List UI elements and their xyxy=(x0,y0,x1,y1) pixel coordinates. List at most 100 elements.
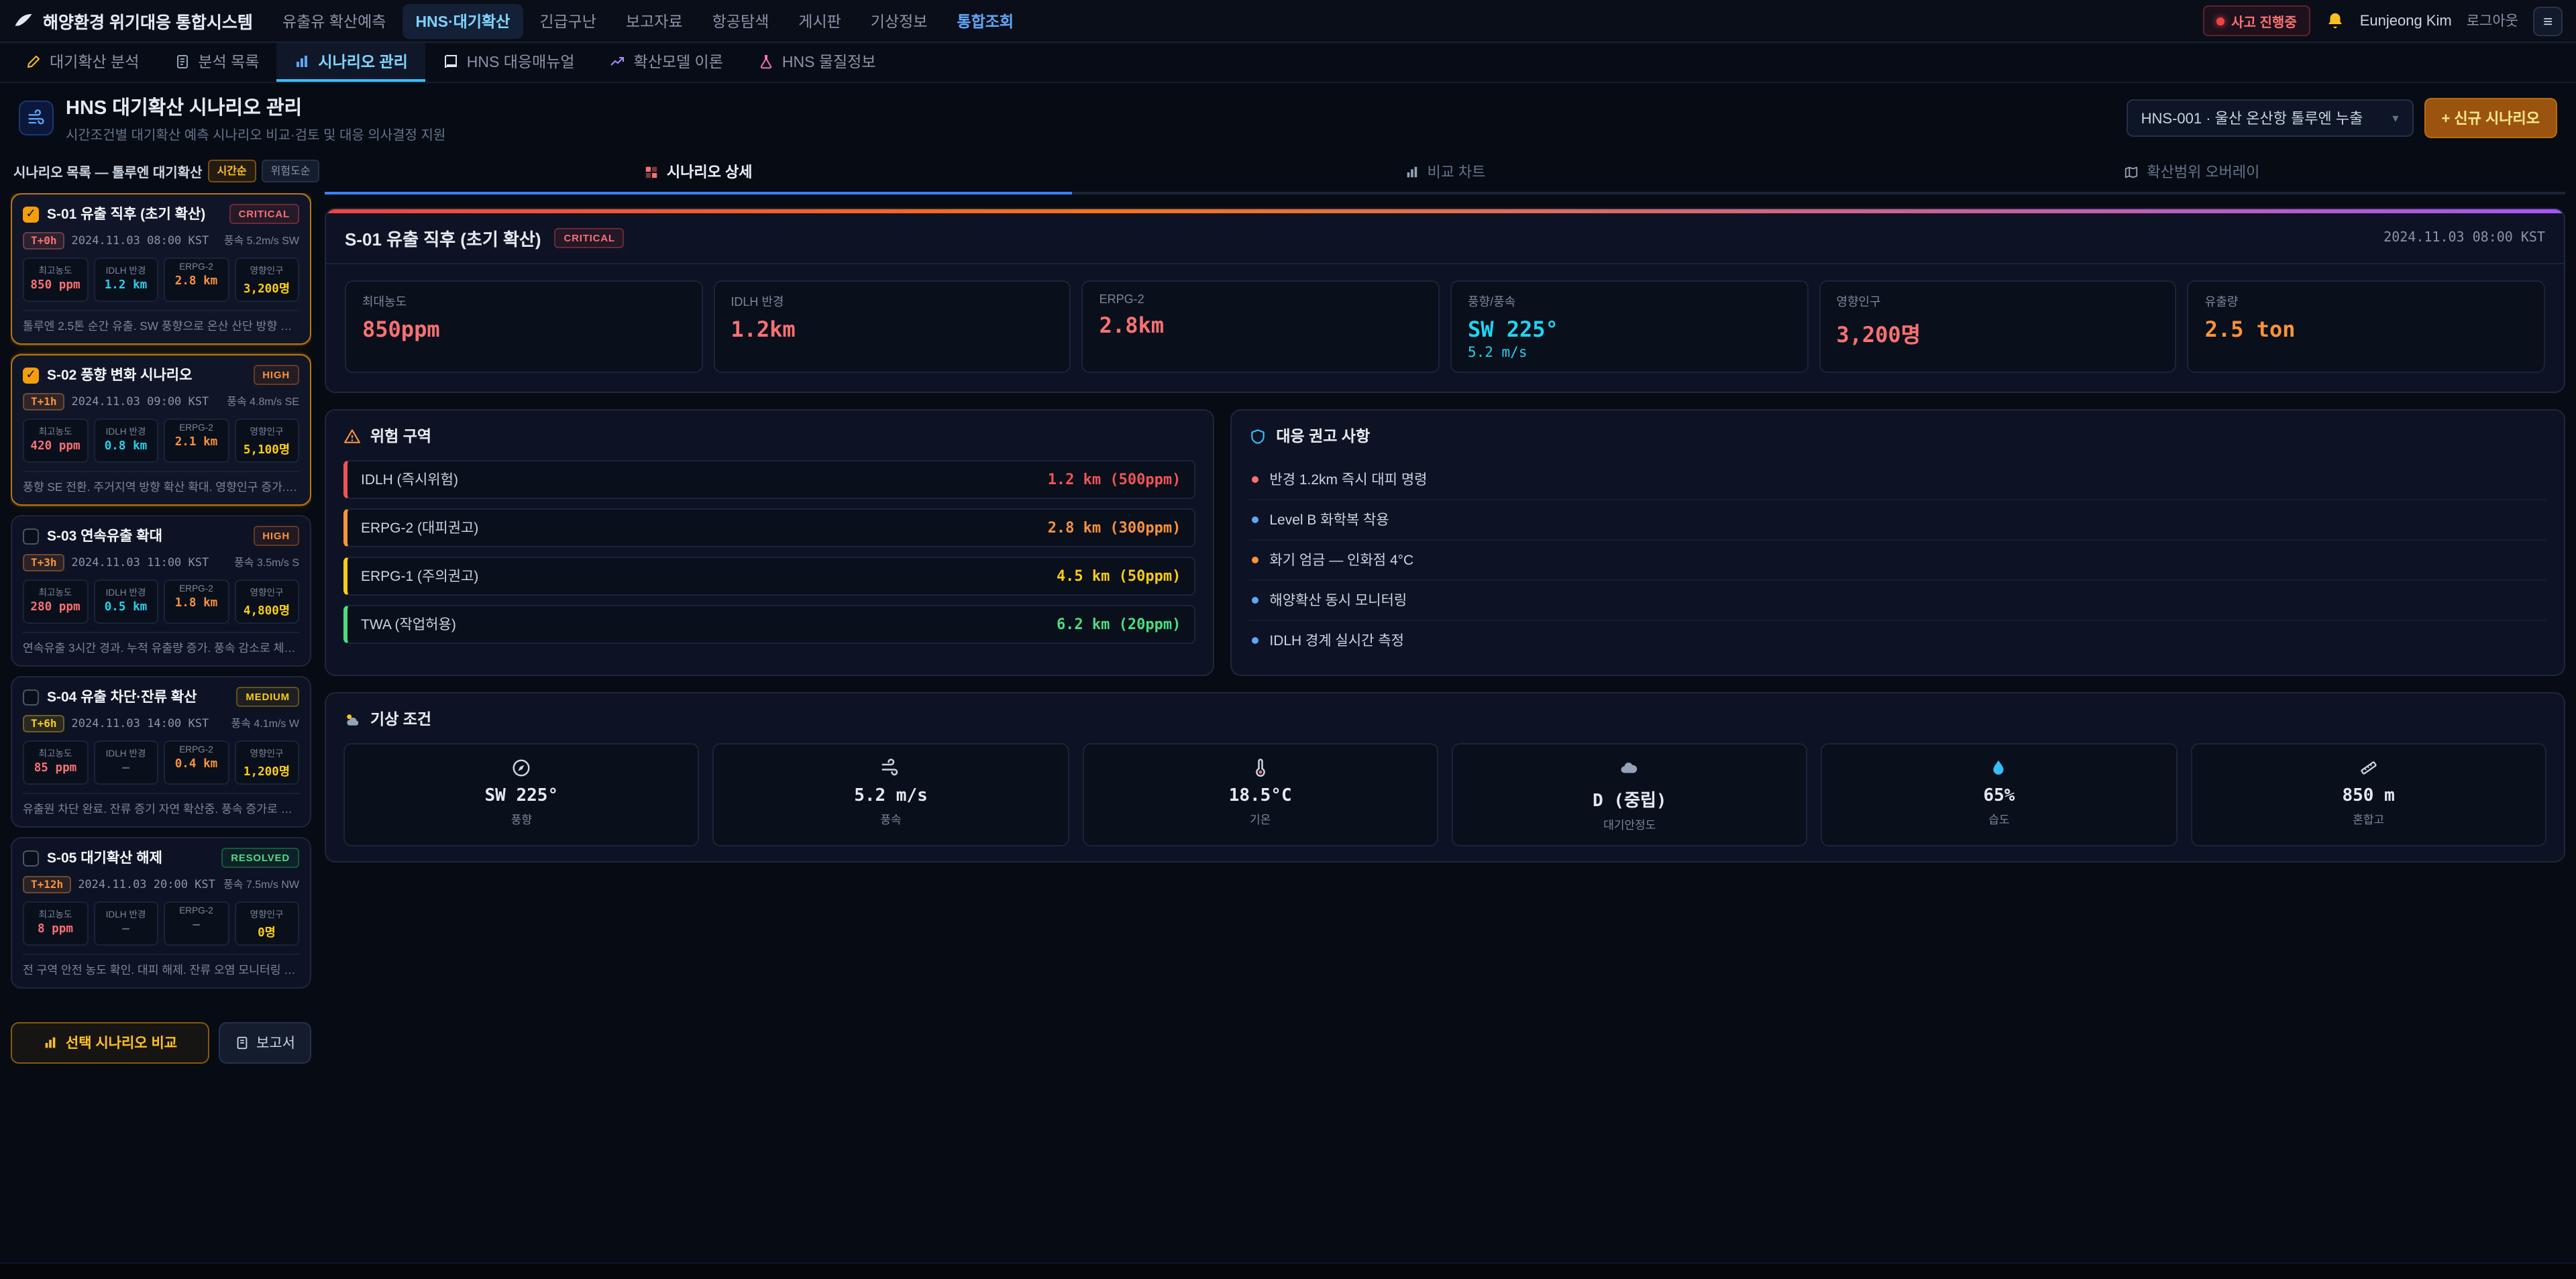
weather-label: 습도 xyxy=(1988,812,2009,828)
detail-stat: 최대농도850ppm xyxy=(345,280,702,373)
scenario-stat: 최고농도850 ppm xyxy=(23,258,88,302)
nav-item-aerial-search[interactable]: 항공탐색 xyxy=(699,3,783,38)
scenario-stat-value: 0명 xyxy=(238,923,295,940)
nav-item-spill-prediction[interactable]: 유출유 확산예측 xyxy=(269,3,400,38)
detail-stat-subvalue: 5.2 m/s xyxy=(1468,345,1790,361)
detail-stat-label: 영향인구 xyxy=(1836,292,2159,310)
scenario-stat: 영향인구4,800명 xyxy=(234,579,299,624)
nav-item-integrated-search[interactable]: 통합조회 xyxy=(943,3,1027,38)
compare-scenarios-button[interactable]: 선택 시나리오 비교 xyxy=(11,1022,209,1064)
detail-stat: IDLH 반경1.2km xyxy=(713,280,1071,373)
weather-label: 혼합고 xyxy=(2353,812,2384,828)
scenario-time-badge: T+0h xyxy=(23,232,65,249)
notification-bell-icon[interactable] xyxy=(2325,11,2345,31)
weather-label: 기온 xyxy=(1250,812,1271,828)
user-name: Eunjeong Kim xyxy=(2360,13,2452,29)
scenario-stat-value: 2.8 km xyxy=(168,275,225,288)
sort-time-button[interactable]: 시간순 xyxy=(207,160,256,182)
main-tab-detail[interactable]: 시나리오 상세 xyxy=(325,154,1071,194)
recommendation-text: Level B 화학복 착용 xyxy=(1269,510,1389,530)
scenario-stat-value: — xyxy=(97,923,154,936)
hazard-value: 1.2 km (500ppm) xyxy=(1048,471,1181,488)
scenario-checkbox[interactable] xyxy=(23,850,39,866)
detail-stat: 유출량2.5 ton xyxy=(2188,280,2545,373)
hazard-name: TWA (작업허용) xyxy=(361,614,456,634)
nav-item-emergency-rescue[interactable]: 긴급구난 xyxy=(526,3,610,38)
main-tab-overlay[interactable]: 확산범위 오버레이 xyxy=(1819,154,2565,194)
weather-value: D (중립) xyxy=(1593,786,1666,812)
subnav-tab-hns-manual[interactable]: HNS 대응매뉴얼 xyxy=(425,43,592,82)
hazard-value: 6.2 km (20ppm) xyxy=(1057,616,1181,633)
scenario-risk-badge: MEDIUM xyxy=(236,687,299,707)
scenario-title: S-01 유출 직후 (초기 확산) xyxy=(47,204,221,224)
scenario-stat: 영향인구3,200명 xyxy=(234,258,299,302)
scenario-stat-label: IDLH 반경 xyxy=(97,585,154,598)
scenario-stat: IDLH 반경1.2 km xyxy=(93,258,158,302)
sort-risk-button[interactable]: 위험도순 xyxy=(262,160,320,182)
nav-item-hns-diffusion[interactable]: HNS·대기확산 xyxy=(402,3,523,38)
pencil-icon xyxy=(25,53,42,69)
weather-label: 풍속 xyxy=(880,812,901,828)
scenario-checkbox[interactable]: ✓ xyxy=(23,206,39,222)
scenario-stat-label: ERPG-2 xyxy=(168,585,225,594)
incident-dot-icon xyxy=(2216,17,2224,25)
incident-selector[interactable]: HNS-001 · 울산 온산항 톨루엔 누출 ▾ xyxy=(2127,99,2414,137)
sub-navbar: 대기확산 분석분석 목록시나리오 관리HNS 대응매뉴얼확산모델 이론HNS 물… xyxy=(0,43,2576,83)
scenario-stat-label: IDLH 반경 xyxy=(97,424,154,437)
scenario-card-S-04[interactable]: S-04 유출 차단·잔류 확산MEDIUMT+6h2024.11.03 14:… xyxy=(11,676,311,828)
scenario-stat: IDLH 반경— xyxy=(93,740,158,785)
scenario-card-S-01[interactable]: ✓S-01 유출 직후 (초기 확산)CRITICALT+0h2024.11.0… xyxy=(11,193,311,345)
scenario-card-S-02[interactable]: ✓S-02 풍향 변화 시나리오HIGHT+1h2024.11.03 09:00… xyxy=(11,354,311,506)
main-tabs: 시나리오 상세비교 차트확산범위 오버레이 xyxy=(325,154,2565,194)
scenario-stat-label: 최고농도 xyxy=(27,907,84,920)
scenario-sidebar: 시나리오 목록 — 톨루엔 대기확산 시간순 위험도순 ✓S-01 유출 직후 … xyxy=(11,154,311,1072)
scenario-stat-label: ERPG-2 xyxy=(168,263,225,272)
scenario-stat: 최고농도8 ppm xyxy=(23,901,88,946)
weather-card: D (중립) 대기안정도 xyxy=(1452,743,1808,846)
new-scenario-button[interactable]: + 신규 시나리오 xyxy=(2424,98,2557,138)
scenario-stat-value: 850 ppm xyxy=(27,279,84,292)
subnav-tab-scenario-management[interactable]: 시나리오 관리 xyxy=(276,43,425,82)
scenario-checkbox[interactable] xyxy=(23,528,39,544)
recommendation-text: 해양확산 동시 모니터링 xyxy=(1269,590,1407,610)
scenario-card-S-03[interactable]: S-03 연속유출 확대HIGHT+3h2024.11.03 11:00 KST… xyxy=(11,515,311,667)
main-area: 시나리오 상세비교 차트확산범위 오버레이 S-01 유출 직후 (초기 확산)… xyxy=(325,154,2565,1072)
subnav-tab-analysis-list[interactable]: 분석 목록 xyxy=(156,43,276,82)
reco-panel-title: 대응 권고 사항 xyxy=(1276,425,1370,447)
menu-icon[interactable]: ≡ xyxy=(2533,6,2563,36)
nav-item-board[interactable]: 게시판 xyxy=(785,3,855,38)
main-tab-compare[interactable]: 비교 차트 xyxy=(1071,154,1818,194)
subnav-tab-model-theory[interactable]: 확산모델 이론 xyxy=(592,43,741,82)
scenario-checkbox[interactable]: ✓ xyxy=(23,367,39,383)
scenario-stat: 최고농도 280 ppm xyxy=(23,579,88,624)
scenario-stat-label: IDLH 반경 xyxy=(97,746,154,759)
hazard-rows: IDLH (즉시위험)1.2 km (500ppm)ERPG-2 (대피권고)2… xyxy=(343,460,1195,644)
subnav-tab-hns-substance[interactable]: HNS 물질정보 xyxy=(741,43,894,82)
app-root: 해양환경 위기대응 통합시스템 유출유 확산예측HNS·대기확산긴급구난보고자료… xyxy=(0,0,2576,1279)
scenario-stat-value: 280 ppm xyxy=(27,601,84,614)
weather-label: 대기안정도 xyxy=(1603,817,1656,833)
thermometer-icon xyxy=(1250,758,1271,778)
map-overlay-icon xyxy=(2124,164,2139,179)
weather-card: SW 225°풍향 xyxy=(343,743,700,846)
scenario-stat-value: 85 ppm xyxy=(27,762,84,775)
scenario-stat-label: 영향인구 xyxy=(238,424,295,437)
subnav-tab-analysis[interactable]: 대기확산 분석 xyxy=(8,43,156,82)
nav-item-reports[interactable]: 보고자료 xyxy=(612,3,696,38)
scenario-checkbox[interactable] xyxy=(23,689,39,705)
detail-stat-value: 1.2km xyxy=(731,317,1053,342)
scenario-stat-value: 1,200명 xyxy=(238,762,295,779)
page-title: HNS 대기확산 시나리오 관리 xyxy=(66,93,445,121)
scenario-datetime: 2024.11.03 08:00 KST xyxy=(72,234,209,247)
scenario-risk-badge: RESOLVED xyxy=(221,848,299,868)
logout-button[interactable]: 로그아웃 xyxy=(2467,11,2518,31)
nav-item-weather-info[interactable]: 기상정보 xyxy=(857,3,941,38)
warning-icon xyxy=(343,427,361,445)
scenario-card-S-05[interactable]: S-05 대기확산 해제RESOLVEDT+12h2024.11.03 20:0… xyxy=(11,837,311,989)
scenario-stat-label: 최고농도 xyxy=(27,585,84,598)
scenario-wind: 풍속 3.5m/s S xyxy=(234,555,299,570)
footer-bar xyxy=(0,1262,2576,1279)
scenario-stat-value: 4,800명 xyxy=(238,601,295,618)
report-button[interactable]: 보고서 xyxy=(219,1022,311,1064)
top-navbar: 해양환경 위기대응 통합시스템 유출유 확산예측HNS·대기확산긴급구난보고자료… xyxy=(0,0,2576,43)
